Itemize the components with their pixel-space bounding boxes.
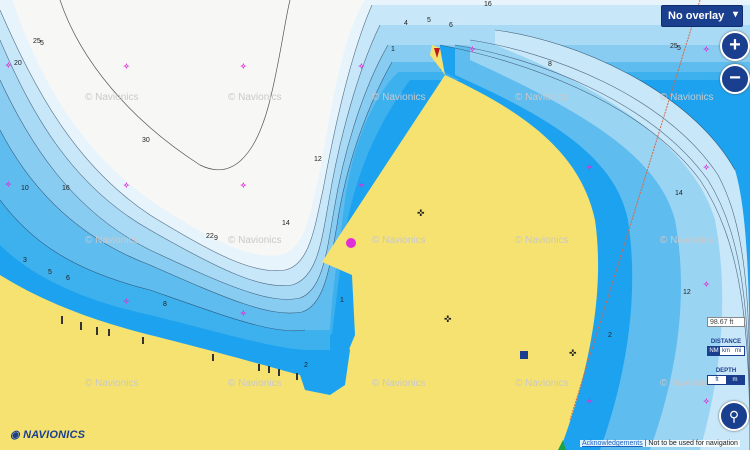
buoy-icon: ✧ [5, 180, 12, 189]
zoom-out-button[interactable]: − [720, 64, 750, 94]
depth-unit-ft[interactable]: ft [708, 376, 726, 384]
watermark-text: © Navionics [85, 92, 139, 103]
distance-unit-mi[interactable]: mi [732, 347, 744, 355]
acknowledgements-link[interactable]: Acknowledgements [582, 440, 643, 447]
depth-label: 9 [214, 235, 218, 242]
watermark-text: © Navionics [372, 235, 426, 246]
distance-unit-toggle[interactable]: NM km mi [707, 346, 745, 356]
distance-unit-nm[interactable]: NM [708, 347, 720, 355]
overlay-dropdown[interactable]: No overlay ▾ [661, 5, 743, 27]
crosshair-icon: ✜ [444, 314, 452, 324]
buoy-icon: ✧ [123, 297, 130, 306]
scale-bar: 98.67 ft [707, 317, 745, 327]
depth-label: 8 [548, 61, 552, 68]
buoy-icon: ✧ [586, 397, 593, 406]
footer-notice: Acknowledgements | Not to be used for na… [580, 440, 740, 447]
crosshair-icon: ✜ [417, 208, 425, 218]
depth-label: 14 [282, 220, 290, 227]
buoy-icon: ✧ [703, 45, 710, 54]
depth-label: 16 [484, 1, 492, 8]
depth-label: 12 [683, 289, 691, 296]
scale-unit: ft [729, 319, 734, 326]
buoy-icon: ✧ [5, 61, 12, 70]
marina-icon [346, 238, 356, 248]
watermark-text: © Navionics [515, 92, 569, 103]
chevron-down-icon: ▾ [732, 9, 738, 20]
depth-label: 5 [677, 45, 681, 52]
depth-label: DEPTH [715, 368, 737, 374]
navigation-disclaimer: Not to be used for navigation [648, 440, 738, 447]
zoom-in-button[interactable]: + [720, 31, 750, 61]
watermark-text: © Navionics [85, 378, 139, 389]
depth-label: 8 [163, 301, 167, 308]
depth-label: 1 [340, 297, 344, 304]
scale-value: 98.67 [710, 319, 728, 326]
depth-label: 1 [391, 46, 395, 53]
depth-label: 3 [23, 257, 27, 264]
buoy-icon: ✧ [703, 397, 710, 406]
crosshair-icon: ✜ [569, 348, 577, 358]
depth-label: 5 [40, 40, 44, 47]
depth-label: 20 [14, 60, 22, 67]
distance-unit-km[interactable]: km [720, 347, 732, 355]
watermark-text: © Navionics [515, 378, 569, 389]
buoy-icon: ✧ [469, 45, 476, 54]
watermark-text: © Navionics [85, 235, 139, 246]
watermark-text: © Navionics [660, 235, 714, 246]
locate-icon[interactable]: ⚲ [719, 401, 749, 431]
info-icon [520, 351, 528, 359]
watermark-text: © Navionics [228, 378, 282, 389]
overlay-dropdown-value: No overlay [668, 10, 725, 22]
depth-label: 22 [206, 233, 214, 240]
distance-label: DISTANCE [710, 339, 742, 345]
depth-unit-m[interactable]: m [726, 376, 744, 384]
nautical-chart[interactable]: © Navionics © Navionics © Navionics © Na… [0, 0, 750, 450]
buoy-icon: ✧ [358, 62, 365, 71]
buoy-icon: ✧ [123, 181, 130, 190]
depth-label: 5 [48, 269, 52, 276]
buoy-icon: ✧ [703, 280, 710, 289]
depth-label: 16 [62, 185, 70, 192]
logo-text: NAVIONICS [23, 429, 86, 441]
depth-label: 14 [675, 190, 683, 197]
depth-label: 5 [427, 17, 431, 24]
buoy-icon: ✧ [240, 62, 247, 71]
watermark-text: © Navionics [515, 235, 569, 246]
depth-label: 4 [404, 20, 408, 27]
logo-mark-icon: ◉ [10, 429, 20, 441]
buoy-icon: ✧ [240, 309, 247, 318]
watermark-text: © Navionics [228, 235, 282, 246]
watermark-text: © Navionics [372, 92, 426, 103]
depth-label: 12 [314, 156, 322, 163]
buoy-icon: ✧ [586, 163, 593, 172]
buoy-icon: ✧ [240, 181, 247, 190]
depth-label: 2 [608, 332, 612, 339]
watermark-text: © Navionics [660, 378, 714, 389]
depth-label: 10 [21, 185, 29, 192]
depth-unit-toggle[interactable]: ft m [707, 375, 745, 385]
depth-label: 6 [449, 22, 453, 29]
navionics-logo: ◉ NAVIONICS [10, 428, 85, 441]
depth-label: 30 [142, 137, 150, 144]
watermark-text: © Navionics [372, 378, 426, 389]
depth-label: 2 [304, 362, 308, 369]
buoy-icon: ✧ [358, 181, 365, 190]
buoy-icon: ✧ [123, 62, 130, 71]
watermark-text: © Navionics [228, 92, 282, 103]
buoy-icon: ✧ [703, 163, 710, 172]
depth-label: 6 [66, 275, 70, 282]
watermark-text: © Navionics [660, 92, 714, 103]
